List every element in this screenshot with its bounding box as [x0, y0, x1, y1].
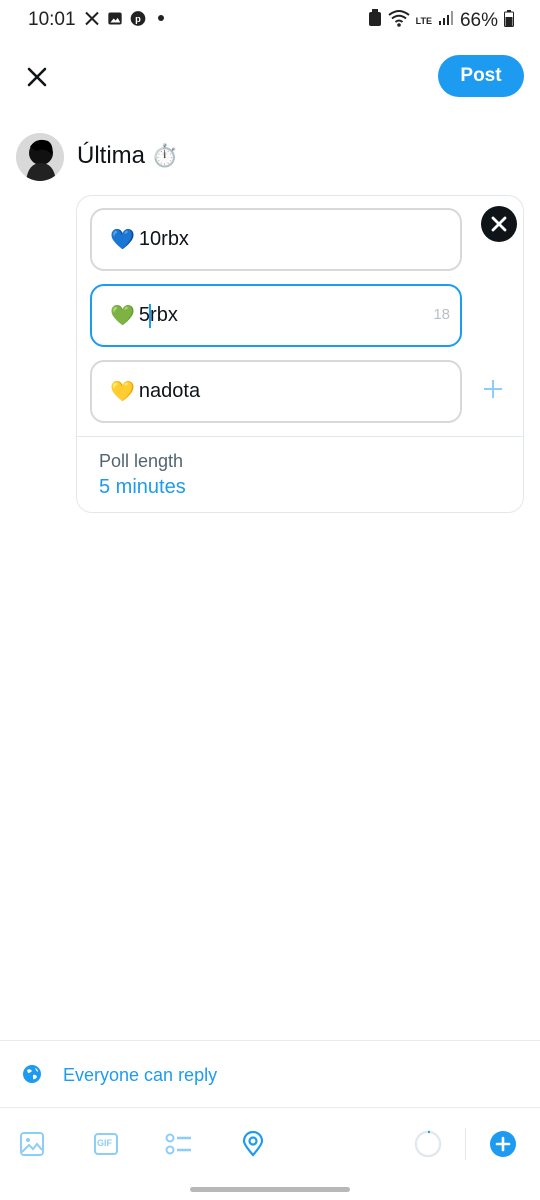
compose-toolbar: GIF [0, 1108, 540, 1178]
blue-heart-emoji: 💙 [110, 229, 135, 251]
avatar[interactable] [16, 133, 64, 181]
poll-option-1[interactable]: 💙 10rbx [90, 208, 462, 271]
status-bar: 10:01 p LTE 66% [0, 0, 540, 40]
battery-icon [504, 9, 514, 33]
reply-setting-label: Everyone can reply [63, 1065, 218, 1085]
green-heart-emoji: 💚 [110, 305, 135, 327]
poll-card: 💙 10rbx 💚 5 rbx 18 💛 nadota Poll length 5… [76, 195, 524, 513]
plus-icon [484, 380, 502, 398]
dot-icon [153, 10, 169, 26]
poll-length-value[interactable]: 5 minutes [99, 476, 186, 499]
location-button[interactable] [239, 1130, 267, 1158]
image-button[interactable] [18, 1130, 46, 1158]
post-button[interactable]: Post [438, 55, 524, 97]
remove-icon [491, 216, 507, 232]
character-count: 18 [433, 306, 450, 323]
add-post-icon [490, 1131, 516, 1157]
pinterest-icon: p [130, 10, 146, 26]
gallery-icon [107, 10, 123, 26]
signal-icon [438, 10, 454, 32]
recycle-icon [368, 9, 382, 33]
close-button[interactable] [22, 62, 52, 92]
globe-icon [21, 1063, 43, 1085]
reply-setting-button[interactable]: Everyone can reply [0, 1041, 540, 1107]
status-time: 10:01 [28, 9, 76, 30]
gif-button[interactable]: GIF [92, 1130, 120, 1158]
yellow-heart-emoji: 💛 [110, 381, 135, 403]
post-text-content: Última [77, 142, 146, 169]
system-icons: LTE 66% [368, 9, 514, 33]
poll-divider [77, 436, 523, 437]
poll-option-2-text-after: rbx [150, 304, 178, 326]
poll-button[interactable] [164, 1130, 192, 1158]
poll-option-3[interactable]: 💛 nadota [90, 360, 462, 423]
location-icon [242, 1131, 264, 1157]
toolbar-divider [465, 1128, 466, 1160]
remove-poll-button[interactable] [481, 206, 517, 242]
x-app-icon [84, 10, 100, 26]
home-indicator[interactable] [190, 1187, 350, 1192]
add-post-button[interactable] [489, 1130, 517, 1158]
close-icon [27, 67, 47, 87]
wifi-icon [388, 9, 410, 33]
poll-option-1-text: 10rbx [138, 228, 189, 250]
add-option-button[interactable] [482, 378, 504, 400]
svg-text:p: p [135, 13, 141, 23]
poll-length-label: Poll length [99, 451, 184, 471]
character-counter [414, 1130, 442, 1158]
battery-text: 66% [459, 10, 498, 31]
lte-icon: LTE [415, 15, 432, 26]
poll-option-2[interactable]: 💚 5 rbx 18 [90, 284, 462, 347]
notification-icons: p [84, 10, 169, 26]
post-text[interactable]: Última ⏱️ [77, 142, 178, 170]
poll-icon [165, 1133, 191, 1155]
poll-option-3-text: nadota [138, 380, 201, 402]
progress-ring-icon [414, 1130, 442, 1158]
stopwatch-emoji: ⏱️ [151, 143, 179, 168]
gif-label: GIF [97, 1138, 112, 1148]
image-icon [20, 1132, 44, 1156]
